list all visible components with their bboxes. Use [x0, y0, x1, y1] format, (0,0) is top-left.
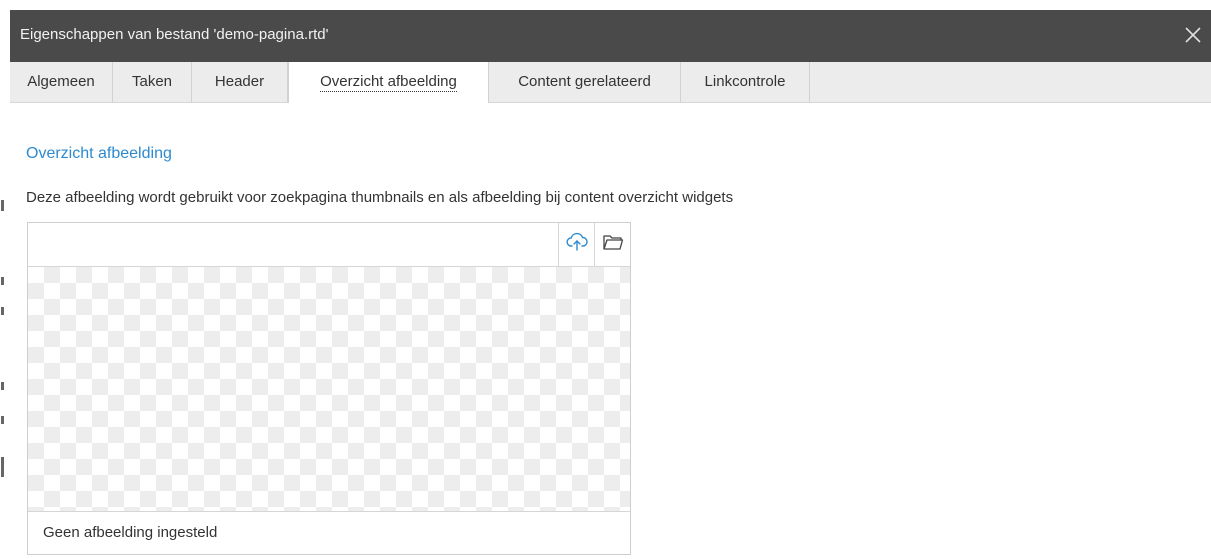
close-icon[interactable]	[1181, 23, 1205, 47]
section-description: Deze afbeelding wordt gebruikt voor zoek…	[26, 189, 734, 206]
tab-label: Algemeen	[27, 73, 95, 90]
dialog-titlebar: Eigenschappen van bestand 'demo-pagina.r…	[10, 10, 1211, 62]
background-text-fragment	[1, 457, 4, 477]
cloud-upload-icon	[565, 232, 588, 257]
image-picker: Geen afbeelding ingesteld	[27, 222, 631, 555]
background-window-edge	[0, 62, 10, 559]
tab-header[interactable]: Header	[192, 62, 288, 102]
tab-linkcontrole[interactable]: Linkcontrole	[681, 62, 810, 102]
background-text-fragment	[1, 200, 4, 211]
folder-icon	[602, 232, 624, 257]
background-text-fragment	[1, 307, 4, 315]
image-status-text: Geen afbeelding ingesteld	[43, 524, 218, 541]
tab-label: Header	[214, 73, 265, 90]
background-text-fragment	[1, 382, 4, 390]
background-text-fragment	[1, 416, 4, 424]
tab-algemeen[interactable]: Algemeen	[10, 62, 113, 102]
tab-label: Taken	[131, 73, 173, 90]
image-picker-footer: Geen afbeelding ingesteld	[28, 511, 630, 554]
image-preview-area	[28, 267, 630, 511]
tab-content: Overzicht afbeelding Deze afbeelding wor…	[10, 103, 1211, 559]
upload-button[interactable]	[558, 223, 594, 266]
tab-label: Content gerelateerd	[518, 73, 651, 90]
tab-label: Overzicht afbeelding	[320, 73, 457, 92]
image-picker-toolbar	[28, 223, 630, 267]
tab-taken[interactable]: Taken	[113, 62, 192, 102]
tab-content-gerelateerd[interactable]: Content gerelateerd	[489, 62, 681, 102]
top-strip	[0, 0, 1211, 10]
section-heading: Overzicht afbeelding	[26, 145, 172, 162]
browse-button[interactable]	[594, 223, 630, 266]
tab-bar: Algemeen Taken Header Overzicht afbeeldi…	[10, 62, 1211, 103]
background-text-fragment	[1, 277, 4, 285]
tab-overzicht-afbeelding[interactable]: Overzicht afbeelding	[288, 62, 489, 103]
tab-label: Linkcontrole	[704, 73, 786, 90]
dialog-title: Eigenschappen van bestand 'demo-pagina.r…	[20, 26, 329, 43]
